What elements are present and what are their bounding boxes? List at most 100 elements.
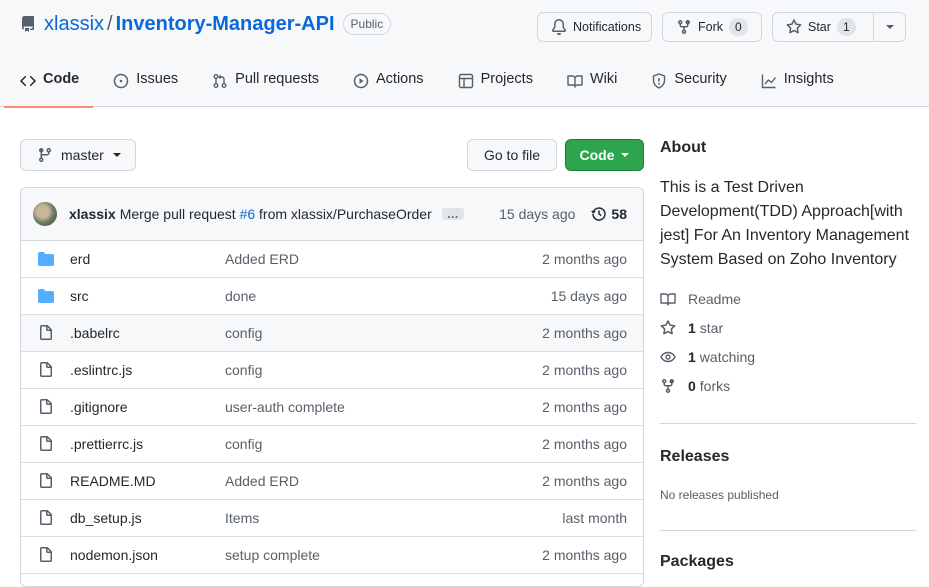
file-name[interactable]: .gitignore bbox=[70, 399, 225, 415]
repo-nav-tabs: Code Issues Pull requests Actions Projec… bbox=[3, 60, 868, 108]
branch-icon bbox=[37, 147, 53, 163]
file-row[interactable]: nodemon.json setup complete 2 months ago bbox=[21, 537, 643, 574]
file-commit-message[interactable]: Items bbox=[225, 510, 562, 526]
code-icon bbox=[20, 73, 36, 89]
branch-name: master bbox=[61, 147, 104, 163]
star-count: 1 bbox=[836, 18, 856, 36]
commit-message-prefix: Merge pull request bbox=[119, 206, 236, 222]
tab-security[interactable]: Security bbox=[651, 60, 727, 107]
commit-time[interactable]: 15 days ago bbox=[499, 206, 575, 222]
tab-insights[interactable]: Insights bbox=[761, 60, 834, 107]
file-age: 2 months ago bbox=[542, 399, 627, 415]
file-icon bbox=[38, 436, 54, 452]
file-row[interactable]: README.MD Added ERD 2 months ago bbox=[21, 463, 643, 500]
file-icon bbox=[38, 473, 54, 489]
file-browser: xlassix Merge pull request #6 from xlass… bbox=[20, 187, 644, 587]
file-row[interactable]: .prettierrc.js config 2 months ago bbox=[21, 426, 643, 463]
file-commit-message[interactable]: config bbox=[225, 436, 542, 452]
history-icon bbox=[591, 206, 607, 222]
tab-label: Pull requests bbox=[235, 71, 319, 87]
avatar[interactable] bbox=[33, 202, 57, 226]
file-row[interactable]: .gitignore user-auth complete 2 months a… bbox=[21, 389, 643, 426]
file-commit-message[interactable]: user-auth complete bbox=[225, 399, 542, 415]
tab-wiki[interactable]: Wiki bbox=[567, 60, 617, 107]
file-commit-message[interactable]: Added ERD bbox=[225, 251, 542, 267]
file-name[interactable]: nodemon.json bbox=[70, 547, 225, 563]
file-name[interactable]: README.MD bbox=[70, 473, 225, 489]
packages-heading[interactable]: Packages bbox=[660, 553, 734, 571]
file-row[interactable]: src done 15 days ago bbox=[21, 278, 643, 315]
file-row[interactable]: db_setup.js Items last month bbox=[21, 500, 643, 537]
forks-link[interactable]: 0 forks bbox=[660, 378, 730, 394]
notifications-button[interactable]: Notifications bbox=[537, 12, 652, 42]
sidebar-divider bbox=[660, 423, 916, 424]
file-name[interactable]: .prettierrc.js bbox=[70, 436, 225, 452]
caret-down-icon bbox=[620, 152, 630, 158]
commit-message[interactable]: Merge pull request #6 from xlassix/Purch… bbox=[120, 206, 432, 222]
caret-down-icon bbox=[112, 152, 122, 158]
file-commit-message[interactable]: config bbox=[225, 362, 542, 378]
repo-owner-link[interactable]: xlassix bbox=[44, 13, 104, 36]
file-icon bbox=[38, 547, 54, 563]
file-age: 2 months ago bbox=[542, 362, 627, 378]
tab-issues[interactable]: Issues bbox=[113, 60, 178, 107]
file-name[interactable]: .babelrc bbox=[70, 325, 225, 341]
file-name[interactable]: erd bbox=[70, 251, 225, 267]
code-download-button[interactable]: Code bbox=[565, 139, 644, 171]
fork-icon bbox=[676, 19, 692, 35]
tab-pull-requests[interactable]: Pull requests bbox=[212, 60, 319, 107]
visibility-badge: Public bbox=[342, 13, 392, 35]
fork-label: Fork bbox=[698, 20, 723, 34]
caret-down-icon bbox=[885, 24, 895, 30]
file-age: 15 days ago bbox=[550, 288, 627, 304]
file-commit-message[interactable]: done bbox=[225, 288, 551, 304]
about-heading: About bbox=[660, 139, 707, 156]
file-icon bbox=[38, 362, 54, 378]
readme-link[interactable]: Readme bbox=[660, 291, 741, 307]
stars-link[interactable]: 1 star bbox=[660, 320, 723, 336]
file-name[interactable]: db_setup.js bbox=[70, 510, 225, 526]
commit-author[interactable]: xlassix bbox=[69, 206, 116, 222]
file-commit-message[interactable]: setup complete bbox=[225, 547, 542, 563]
tab-label: Actions bbox=[376, 71, 424, 87]
file-name[interactable]: src bbox=[70, 288, 225, 304]
star-button[interactable]: Star 1 bbox=[773, 13, 873, 41]
tab-code[interactable]: Code bbox=[3, 60, 94, 108]
file-row[interactable]: erd Added ERD 2 months ago bbox=[21, 241, 643, 278]
file-age: 2 months ago bbox=[542, 473, 627, 489]
repo-name-link[interactable]: Inventory-Manager-API bbox=[116, 13, 335, 36]
book-icon bbox=[567, 73, 583, 89]
readme-label: Readme bbox=[688, 291, 741, 307]
issue-icon bbox=[113, 73, 129, 89]
file-commit-message[interactable]: config bbox=[225, 325, 542, 341]
branch-select-button[interactable]: master bbox=[20, 139, 136, 171]
file-row[interactable]: .babelrc config 2 months ago bbox=[21, 315, 643, 352]
file-name[interactable]: .eslintrc.js bbox=[70, 362, 225, 378]
repo-title: xlassix / Inventory-Manager-API Public bbox=[20, 11, 392, 37]
commit-history-link[interactable]: 58 bbox=[591, 206, 627, 222]
tab-label: Projects bbox=[480, 71, 533, 87]
file-row[interactable]: .eslintrc.js config 2 months ago bbox=[21, 352, 643, 389]
stars-label: star bbox=[699, 320, 724, 336]
commit-pr-link[interactable]: #6 bbox=[240, 206, 256, 222]
table-icon bbox=[458, 73, 474, 89]
star-label: Star bbox=[808, 20, 831, 34]
repo-icon bbox=[20, 16, 36, 32]
expand-commit-button[interactable]: … bbox=[441, 208, 464, 220]
forks-label: forks bbox=[699, 378, 731, 394]
fork-icon bbox=[660, 378, 676, 394]
tab-actions[interactable]: Actions bbox=[353, 60, 424, 107]
folder-icon bbox=[38, 251, 54, 267]
file-age: 2 months ago bbox=[542, 251, 627, 267]
releases-heading[interactable]: Releases bbox=[660, 448, 729, 466]
star-list-dropdown[interactable] bbox=[873, 13, 905, 41]
tab-projects[interactable]: Projects bbox=[458, 60, 533, 107]
graph-icon bbox=[761, 73, 777, 89]
file-commit-message[interactable]: Added ERD bbox=[225, 473, 542, 489]
repo-description: This is a Test Driven Development(TDD) A… bbox=[660, 179, 910, 268]
file-icon bbox=[38, 510, 54, 526]
fork-button[interactable]: Fork 0 bbox=[662, 12, 762, 42]
go-to-file-button[interactable]: Go to file bbox=[467, 139, 557, 171]
watchers-link[interactable]: 1 watching bbox=[660, 349, 755, 365]
code-button-label: Code bbox=[579, 147, 615, 163]
